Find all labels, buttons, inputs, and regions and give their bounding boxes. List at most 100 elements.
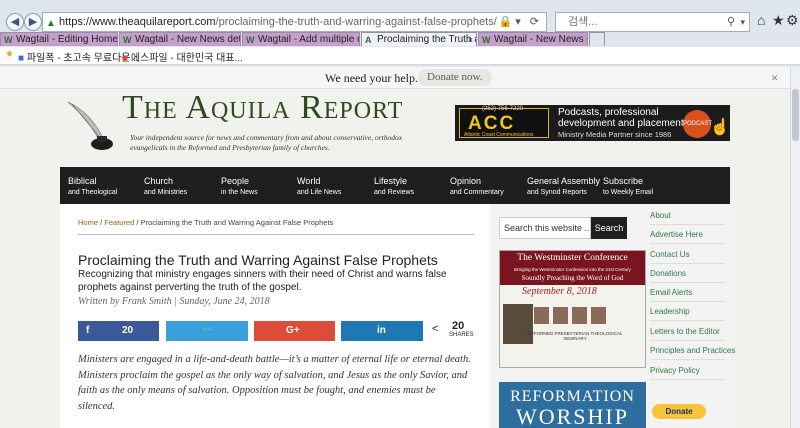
acc-advertisement[interactable]: (252) 756-7220 ACC Atlantic Coast Commun… xyxy=(455,105,730,141)
tab-favicon-icon: A xyxy=(365,35,372,45)
sidebar: Search this website ... Search The Westm… xyxy=(490,204,735,428)
speaker-photo xyxy=(572,307,587,324)
ad-line-2: development and placement xyxy=(558,118,684,129)
favorites-star-icon[interactable]: ★ xyxy=(5,49,14,60)
breadcrumb: Home / Featured / Proclaiming the Truth … xyxy=(78,218,333,227)
nav-sub: in the News xyxy=(221,189,258,196)
nav-title: World xyxy=(297,176,321,186)
share-twitter-button[interactable]: 🐦 xyxy=(166,321,248,341)
wconf-seminary: REFORMED PRESBYTERIAN THEOLOGICAL SEMINA… xyxy=(527,331,623,341)
paypal-donate-button[interactable]: Donate xyxy=(652,404,706,419)
tab-label: Proclaiming the Truth and ... xyxy=(377,34,476,45)
wconf-date: September 8, 2018 xyxy=(522,286,597,297)
speaker-photos xyxy=(534,307,624,324)
breadcrumb-current: Proclaiming the Truth and Warring Agains… xyxy=(140,218,334,227)
tab-favicon-icon: W xyxy=(246,35,255,45)
main-nav: Biblical and Theological Church and Minist… xyxy=(60,167,730,204)
westminster-conference-ad[interactable]: The Westminster Conference Bringing the … xyxy=(499,250,646,368)
gear-icon[interactable]: ⚙ xyxy=(786,12,799,29)
sidebar-link-donations[interactable]: Donations xyxy=(650,264,725,283)
nav-title: General Assembly xyxy=(527,176,601,186)
browser-search-input[interactable]: 검색... ⚲ ▾ xyxy=(555,12,750,32)
share-googleplus-button[interactable]: G+ xyxy=(254,321,335,341)
reformation-worship-ad[interactable]: REFORMATION WORSHIP xyxy=(499,382,646,428)
sidebar-link-contact[interactable]: Contact Us xyxy=(650,245,725,264)
tab-label: Wagtail - Add multiple docu... xyxy=(258,34,359,45)
nav-church[interactable]: Church and Ministries xyxy=(144,176,187,198)
close-icon[interactable]: × xyxy=(771,67,778,89)
nav-world[interactable]: World and Life News xyxy=(297,176,341,198)
nav-title: Lifestyle xyxy=(374,176,408,186)
nav-sub: and Life News xyxy=(297,189,342,196)
acc-logo: (252) 756-7220 ACC Atlantic Coast Commun… xyxy=(459,106,549,138)
url-path: /proclaiming-the-truth-and-warring-again… xyxy=(215,16,497,28)
notice-text: We need your help. xyxy=(325,71,418,85)
sidebar-link-letters[interactable]: Letters to the Editor xyxy=(650,322,725,341)
sidebar-link-about[interactable]: About xyxy=(650,206,725,225)
forward-button[interactable]: ▶ xyxy=(24,13,42,31)
page-scrollbar[interactable] xyxy=(790,67,800,428)
nav-sub: and Reviews xyxy=(374,189,415,196)
share-icon: < xyxy=(432,323,439,335)
browser-chrome: ◀ ▶ ▲ https://www.theaquilareport.com/pr… xyxy=(0,0,800,67)
site-icon: ▲ xyxy=(46,18,56,29)
favorites-bar: ★ ■ 파일폭 - 초고속 무료다운... ■ 에스파일 - 대한민국 대표..… xyxy=(0,47,800,65)
favorite-item-1[interactable]: ■ 에스파일 - 대한민국 대표... xyxy=(122,49,243,64)
donate-now-button[interactable]: Donate now. xyxy=(418,69,492,86)
nav-general-assembly[interactable]: General Assembly and Synod Reports xyxy=(527,176,600,198)
home-icon[interactable]: ⌂ xyxy=(757,12,765,28)
nav-biblical[interactable]: Biblical and Theological xyxy=(68,176,117,198)
site-title[interactable]: The Aquila Report xyxy=(122,89,403,127)
tab-favicon-icon: W xyxy=(4,35,13,45)
sidebar-link-leadership[interactable]: Leadership xyxy=(650,302,725,321)
nav-title: Subscribe xyxy=(603,176,644,186)
quill-logo-icon[interactable] xyxy=(62,94,122,154)
site-search-button[interactable]: Search xyxy=(591,217,627,239)
site-search-input[interactable]: Search this website ... xyxy=(499,217,591,239)
nav-sub: and Synod Reports xyxy=(527,189,587,196)
share-total: 20 xyxy=(452,320,465,332)
tab-label: Wagtail - New News detail pa... xyxy=(135,34,241,45)
close-icon[interactable]: × xyxy=(468,33,473,46)
breadcrumb-home[interactable]: Home xyxy=(78,218,98,227)
sidebar-link-principles[interactable]: Principles and Practices xyxy=(650,341,735,360)
divider xyxy=(78,234,474,235)
tab-3-active[interactable]: A Proclaiming the Truth and ... × xyxy=(361,32,477,46)
share-linkedin-button[interactable]: in xyxy=(341,321,423,341)
nav-opinion[interactable]: Opinion and Commentary xyxy=(450,176,504,198)
tab-2[interactable]: W Wagtail - Add multiple docu... xyxy=(242,32,360,46)
nav-title: Biblical xyxy=(68,176,97,186)
speaker-photo xyxy=(591,307,606,324)
tab-strip: W Wagtail - Editing Home page... W Wagta… xyxy=(0,32,800,46)
tab-1[interactable]: W Wagtail - New News detail pa... xyxy=(119,32,241,46)
share-facebook-button[interactable]: f 20 xyxy=(78,321,159,341)
tab-label: Wagtail - New News detail pa... xyxy=(494,34,587,45)
nav-subscribe[interactable]: Subscribe to Weekly Email xyxy=(603,176,653,198)
address-tools-icons[interactable]: 🔒▾ ⟳ xyxy=(499,13,543,31)
wconf-header: The Westminster Conference Bringing the … xyxy=(500,251,645,285)
address-bar[interactable]: ▲ https://www.theaquilareport.com/procla… xyxy=(42,12,547,32)
wconf-tagline: Soundly Preaching the Word of God xyxy=(521,274,624,282)
breadcrumb-featured[interactable]: Featured xyxy=(104,218,134,227)
sidebar-link-email-alerts[interactable]: Email Alerts xyxy=(650,283,725,302)
article-body: Ministers are engaged in a life-and-deat… xyxy=(78,354,471,412)
new-tab-button[interactable] xyxy=(589,32,605,46)
browser-search-placeholder: 검색... xyxy=(568,16,598,28)
scrollbar-thumb[interactable] xyxy=(792,89,799,141)
nav-people[interactable]: People in the News xyxy=(221,176,258,198)
tab-4[interactable]: W Wagtail - New News detail pa... xyxy=(478,32,588,46)
sidebar-link-advertise[interactable]: Advertise Here xyxy=(650,225,725,244)
back-button[interactable]: ◀ xyxy=(6,13,24,31)
chevron-down-icon[interactable]: ▾ xyxy=(740,13,745,31)
facebook-count: 20 xyxy=(122,325,134,336)
article-title: Proclaiming the Truth and Warring Agains… xyxy=(78,252,438,268)
search-icon[interactable]: ⚲ xyxy=(727,13,735,31)
web-page: We need your help. Donate now. × The Aqu… xyxy=(0,67,790,428)
favorite-item-0[interactable]: ■ 파일폭 - 초고속 무료다운... xyxy=(18,49,139,64)
favorites-star-icon[interactable]: ★ xyxy=(772,12,785,29)
sidebar-link-privacy[interactable]: Privacy Policy xyxy=(650,361,725,380)
wconf-title: The Westminster Conference xyxy=(517,253,628,263)
nav-lifestyle[interactable]: Lifestyle and Reviews xyxy=(374,176,414,198)
tab-0[interactable]: W Wagtail - Editing Home page... xyxy=(0,32,118,46)
address-row: ◀ ▶ ▲ https://www.theaquilareport.com/pr… xyxy=(0,10,800,34)
